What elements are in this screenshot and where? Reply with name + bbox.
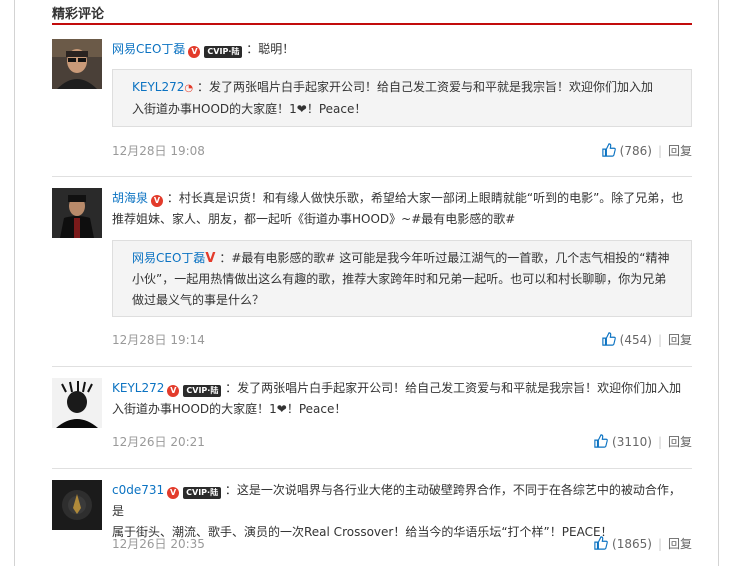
comment-time: 12月26日 20:35 bbox=[112, 537, 205, 551]
comment-meta: 12月26日 20:21 (3110) | 回复 bbox=[112, 433, 692, 451]
comment-text-line: 网易CEO丁磊 V CVIP·陆 ：聪明！ bbox=[112, 39, 692, 60]
comment-divider bbox=[52, 468, 692, 469]
quoted-reply: 网易CEO丁磊V ：#最有电影感的歌# 这可能是我今年听过最江湖气的一首歌，几个… bbox=[112, 240, 692, 317]
comment-actions: (454) | 回复 bbox=[601, 331, 692, 349]
avatar[interactable] bbox=[52, 378, 102, 428]
quoted-reply-text: ：发了两张唱片白手起家开公司！给自己发工资爱与和平就是我宗旨！欢迎你们加入加 bbox=[196, 80, 653, 94]
thumbs-up-icon[interactable] bbox=[601, 332, 616, 346]
comment-text-line: KEYL272 V CVIP·陆 ：发了两张唱片白手起家开公司！给自己发工资爱与和平… bbox=[112, 378, 692, 399]
thumbs-up-icon[interactable] bbox=[594, 536, 608, 550]
quoted-username-link[interactable]: KEYL272 bbox=[132, 80, 184, 94]
frame-right-border bbox=[718, 0, 719, 566]
comment-item: 胡海泉 V ：村长真是识货！和有缘人做快乐歌，希望给大家一部闭上眼睛就能“听到的电… bbox=[52, 188, 692, 358]
reply-button[interactable]: 回复 bbox=[668, 333, 692, 347]
comment-text-2: 推荐姐妹、家人、朋友，都一起听《街道办事HOOD》~#最有电影感的歌# bbox=[112, 212, 516, 226]
quoted-reply-text: ：#最有电影感的歌# 这可能是我今年听过最江湖气的一首歌，几个志气相投的“精神 bbox=[219, 251, 670, 265]
comment-text: ：村长真是识货！和有缘人做快乐歌，希望给大家一部闭上眼睛就能“听到的电影”。除了… bbox=[166, 191, 684, 205]
frame-left-border bbox=[14, 0, 15, 566]
verified-icon: V bbox=[205, 251, 216, 266]
username-link[interactable]: 网易CEO丁磊 bbox=[112, 42, 185, 56]
quoted-reply-line: 网易CEO丁磊V ：#最有电影感的歌# 这可能是我今年听过最江湖气的一首歌，几个… bbox=[132, 248, 673, 269]
username-link[interactable]: c0de731 bbox=[112, 483, 164, 497]
comment-time: 12月28日 19:08 bbox=[112, 144, 205, 158]
comment-meta: 12月26日 20:35 (1865) | 回复 bbox=[112, 535, 692, 553]
avatar[interactable] bbox=[52, 480, 102, 530]
reply-button[interactable]: 回复 bbox=[668, 144, 692, 158]
comment-text-2: 入街道办事HOOD的大家庭！1❤！Peace！ bbox=[112, 402, 347, 416]
quoted-username-link[interactable]: 网易CEO丁磊 bbox=[132, 251, 205, 265]
username-link[interactable]: 胡海泉 bbox=[112, 191, 148, 205]
comment-meta: 12月28日 19:08 (786) | 回复 bbox=[112, 142, 692, 160]
like-count: (454) bbox=[619, 333, 652, 347]
thumbs-up-icon[interactable] bbox=[601, 143, 616, 157]
action-separator: | bbox=[657, 537, 662, 551]
avatar[interactable] bbox=[52, 188, 102, 238]
reply-button[interactable]: 回复 bbox=[668, 435, 692, 449]
comment-meta: 12月28日 19:14 (454) | 回复 bbox=[112, 331, 692, 349]
quoted-reply: KEYL272◔ ：发了两张唱片白手起家开公司！给自己发工资爱与和平就是我宗旨！… bbox=[112, 69, 692, 127]
section-title-rule bbox=[52, 23, 692, 25]
action-separator: | bbox=[657, 144, 662, 158]
vip-badge: CVIP·陆 bbox=[183, 487, 222, 499]
comment-actions: (786) | 回复 bbox=[601, 142, 692, 160]
quoted-reply-text-3: 做过最义气的事是什么？ bbox=[132, 293, 265, 307]
comment-text-line: 胡海泉 V ：村长真是识货！和有缘人做快乐歌，希望给大家一部闭上眼睛就能“听到的电… bbox=[112, 188, 692, 209]
comment-text: ：发了两张唱片白手起家开公司！给自己发工资爱与和平就是我宗旨！欢迎你们加入加 bbox=[225, 381, 682, 395]
avatar[interactable] bbox=[52, 39, 102, 89]
comment-divider bbox=[52, 176, 692, 177]
verified-icon: V bbox=[151, 195, 164, 207]
comment-body: 胡海泉 V ：村长真是识货！和有缘人做快乐歌，希望给大家一部闭上眼睛就能“听到的电… bbox=[112, 188, 692, 230]
quoted-reply-line: KEYL272◔ ：发了两张唱片白手起家开公司！给自己发工资爱与和平就是我宗旨！… bbox=[132, 77, 673, 99]
action-separator: | bbox=[657, 333, 662, 347]
thumbs-up-icon[interactable] bbox=[594, 434, 608, 448]
quoted-reply-text-2: 小伙”，一起用热情做出这么有趣的歌，推荐大家跨年时和兄弟一起听。也可以和村长聊聊… bbox=[132, 272, 667, 286]
like-count: (786) bbox=[619, 144, 652, 158]
username-link[interactable]: KEYL272 bbox=[112, 381, 164, 395]
verified-icon: V bbox=[167, 487, 180, 499]
weibo-icon: ◔ bbox=[184, 83, 194, 94]
comment-body: c0de731 V CVIP·陆 ：这是一次说唱界与各行业大佬的主动破壁跨界合作，不… bbox=[112, 480, 692, 543]
section-title: 精彩评论 bbox=[52, 7, 105, 22]
comment-item: 网易CEO丁磊 V CVIP·陆 ：聪明！ KEYL272◔ ：发了两张唱片白手起家… bbox=[52, 39, 692, 169]
action-separator: | bbox=[657, 435, 662, 449]
comment-time: 12月28日 19:14 bbox=[112, 333, 205, 347]
comment-item: c0de731 V CVIP·陆 ：这是一次说唱界与各行业大佬的主动破壁跨界合作，不… bbox=[52, 480, 692, 560]
quoted-reply-text-2: 入街道办事HOOD的大家庭！1❤！Peace！ bbox=[132, 102, 367, 116]
like-count: (3110) bbox=[612, 435, 652, 449]
verified-icon: V bbox=[188, 46, 201, 58]
vip-badge: CVIP·陆 bbox=[204, 46, 243, 58]
comment-divider bbox=[52, 366, 692, 367]
verified-icon: V bbox=[167, 385, 180, 397]
comment-body: KEYL272 V CVIP·陆 ：发了两张唱片白手起家开公司！给自己发工资爱与和平… bbox=[112, 378, 692, 420]
vip-badge: CVIP·陆 bbox=[183, 385, 222, 397]
comment-time: 12月26日 20:21 bbox=[112, 435, 205, 449]
comment-actions: (3110) | 回复 bbox=[594, 433, 692, 451]
comment-text: ：聪明！ bbox=[246, 42, 295, 56]
comment-body: 网易CEO丁磊 V CVIP·陆 ：聪明！ bbox=[112, 39, 692, 60]
comment-text-line: c0de731 V CVIP·陆 ：这是一次说唱界与各行业大佬的主动破壁跨界合作，不… bbox=[112, 480, 692, 522]
like-count: (1865) bbox=[612, 537, 652, 551]
reply-button[interactable]: 回复 bbox=[668, 537, 692, 551]
comment-actions: (1865) | 回复 bbox=[594, 535, 692, 553]
comment-item: KEYL272 V CVIP·陆 ：发了两张唱片白手起家开公司！给自己发工资爱与和平… bbox=[52, 378, 692, 458]
